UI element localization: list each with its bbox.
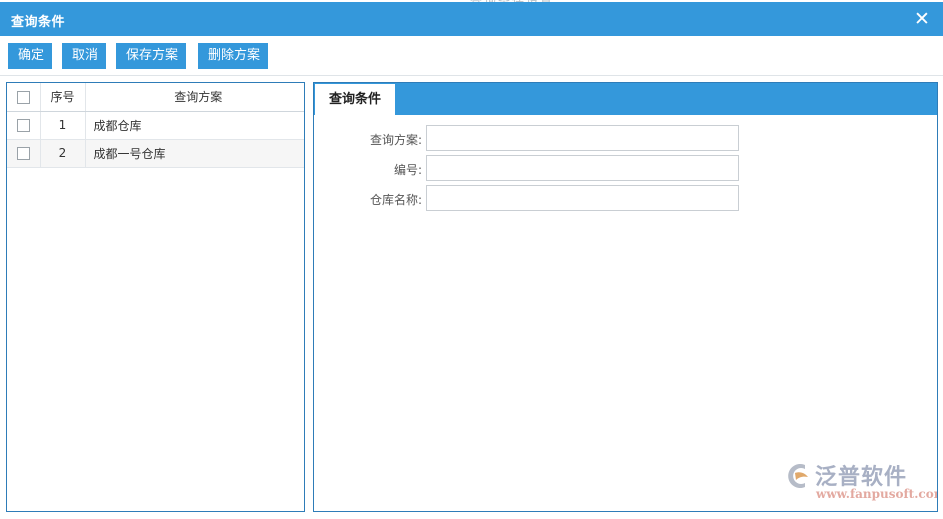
tab-bar: 查询条件	[314, 83, 937, 115]
code-input[interactable]	[426, 155, 739, 181]
column-header-index: 序号	[40, 83, 85, 111]
row-scheme-name: 成都仓库	[85, 111, 304, 139]
close-icon[interactable]: ✕	[901, 2, 943, 36]
watermark-url: www.fanpusoft.com	[816, 487, 938, 501]
field-row-code: 编号:	[314, 155, 937, 185]
row-index: 2	[40, 139, 85, 167]
tab-query-condition[interactable]: 查询条件	[315, 84, 395, 115]
row-select-cell[interactable]	[7, 139, 40, 167]
watermark: 泛普软件 www.fanpusoft.com	[783, 457, 929, 507]
row-checkbox[interactable]	[17, 119, 30, 132]
scheme-input[interactable]	[426, 125, 739, 151]
table-row[interactable]: 1 成都仓库	[7, 111, 304, 139]
label-scheme: 查询方案:	[334, 131, 422, 148]
row-checkbox[interactable]	[17, 147, 30, 160]
save-scheme-button[interactable]: 保存方案	[116, 43, 186, 69]
delete-scheme-button[interactable]: 删除方案	[198, 43, 268, 69]
cancel-button[interactable]: 取消	[62, 43, 106, 69]
query-condition-dialog: 查询条件 ✕ 确定 取消 保存方案 删除方案 序号 查询方案	[0, 2, 943, 519]
scheme-list-panel: 序号 查询方案 1 成都仓库 2 成都一号仓库	[6, 82, 305, 512]
query-condition-panel: 查询条件 查询方案: 编号: 仓库名称: 泛普软件 www.fanpus	[313, 82, 938, 512]
label-warehouse-name: 仓库名称:	[334, 191, 422, 208]
column-header-scheme: 查询方案	[85, 83, 304, 111]
select-all-header[interactable]	[7, 83, 40, 111]
query-condition-form: 查询方案: 编号: 仓库名称:	[314, 115, 937, 511]
table-header-row: 序号 查询方案	[7, 83, 304, 111]
table-row[interactable]: 2 成都一号仓库	[7, 139, 304, 167]
label-code: 编号:	[334, 161, 422, 178]
warehouse-name-input[interactable]	[426, 185, 739, 211]
dialog-title: 查询条件	[11, 11, 65, 30]
dialog-toolbar: 确定 取消 保存方案 删除方案	[0, 36, 943, 76]
dialog-titlebar: 查询条件 ✕	[0, 2, 943, 36]
fanpu-logo-icon	[783, 461, 813, 491]
field-row-warehouse-name: 仓库名称:	[314, 185, 937, 215]
scheme-table: 序号 查询方案 1 成都仓库 2 成都一号仓库	[7, 83, 304, 168]
select-all-checkbox[interactable]	[17, 91, 30, 104]
confirm-button[interactable]: 确定	[8, 43, 52, 69]
row-select-cell[interactable]	[7, 111, 40, 139]
field-row-scheme: 查询方案:	[314, 125, 937, 155]
row-scheme-name: 成都一号仓库	[85, 139, 304, 167]
row-index: 1	[40, 111, 85, 139]
